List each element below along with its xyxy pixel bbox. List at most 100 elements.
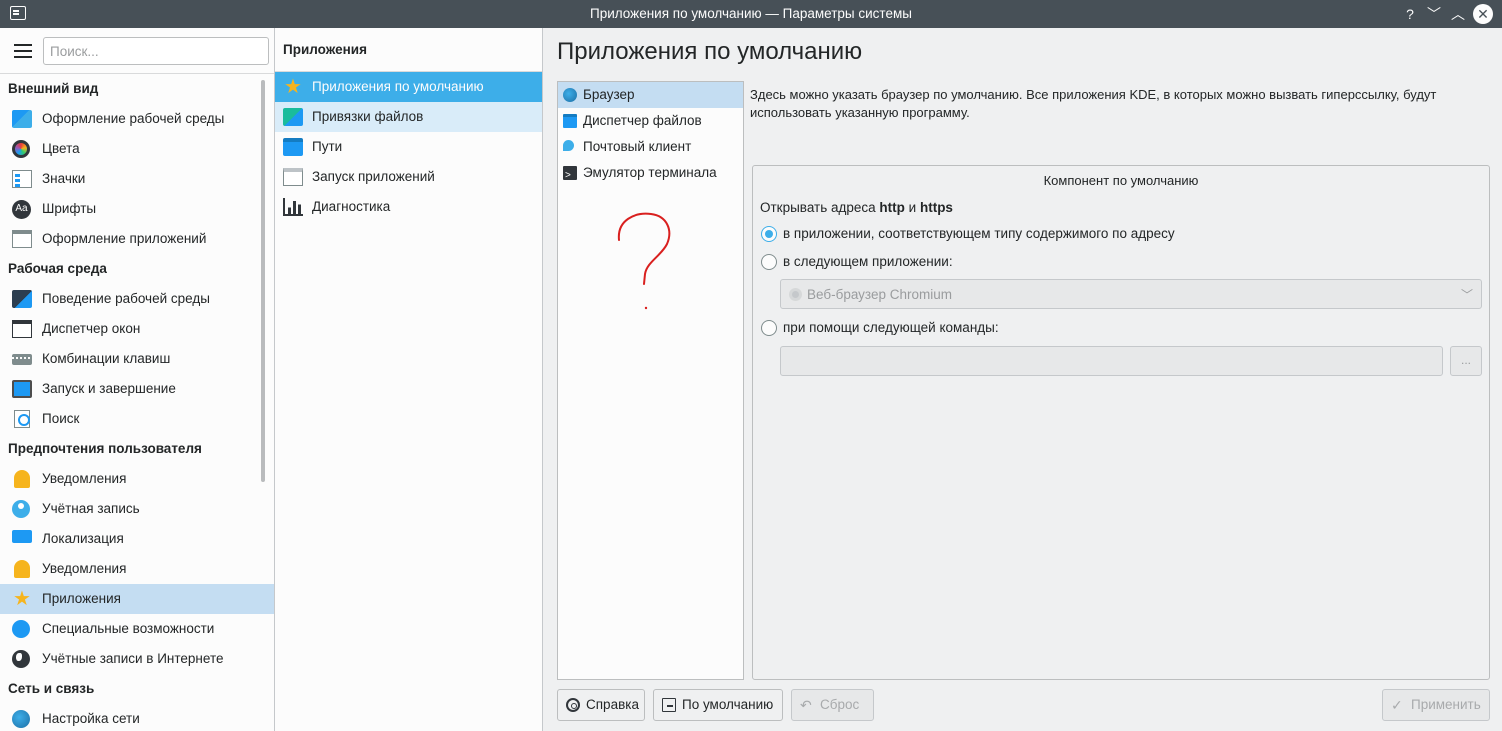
sidebar-item-icons[interactable]: Значки: [0, 164, 274, 194]
component-item-file-manager[interactable]: Диспетчер файлов: [558, 108, 743, 134]
sidebar-item-fonts[interactable]: Aa Шрифты: [0, 194, 274, 224]
sidebar-item-label: Поиск: [42, 411, 80, 426]
subcategory-item-launch-feedback[interactable]: Запуск приложений: [275, 162, 542, 192]
reset-button-label: Сброс: [820, 697, 860, 712]
sidebar-item-locale[interactable]: Локализация: [0, 524, 274, 554]
main-content: Приложения по умолчанию Браузер Диспетче…: [544, 28, 1502, 731]
star-icon: ★: [284, 76, 302, 98]
search-icon: [14, 410, 30, 428]
apply-button-label: Применить: [1411, 697, 1481, 712]
component-item-label: Диспетчер файлов: [583, 113, 702, 128]
workspace-behavior-icon: [12, 290, 32, 308]
open-urls-http: http: [879, 200, 905, 215]
globe-icon: [12, 650, 30, 668]
sidebar-item-shortcuts[interactable]: Комбинации клавиш: [0, 344, 274, 374]
chevron-down-icon: ﹀: [1460, 288, 1473, 302]
main-scrollbar[interactable]: [1494, 28, 1502, 731]
radio-mime-app[interactable]: [761, 226, 777, 242]
help-icon[interactable]: ?: [1400, 4, 1420, 24]
sidebar-category-workspace: Рабочая среда: [8, 261, 107, 276]
sidebar-item-label: Оформление рабочей среды: [42, 111, 225, 126]
component-item-browser[interactable]: Браузер: [558, 82, 743, 108]
browse-command-button[interactable]: ...: [1450, 346, 1482, 376]
component-list: Браузер Диспетчер файлов Почтовый клиент…: [557, 81, 744, 680]
component-description: Здесь можно указать браузер по умолчанию…: [750, 87, 1437, 120]
sidebar-list: Внешний вид Оформление рабочей среды Цве…: [0, 74, 274, 731]
sidebar-item-search[interactable]: Поиск: [0, 404, 274, 434]
accessibility-icon: [12, 620, 30, 638]
radio-mime-app-label[interactable]: в приложении, соответствующем типу содер…: [783, 226, 1175, 241]
keyboard-icon: [12, 354, 32, 365]
sidebar-item-label: Оформление приложений: [42, 231, 207, 246]
icons-icon: [12, 170, 32, 188]
group-title: Компонент по умолчанию: [1043, 173, 1199, 188]
startup-shutdown-icon: [12, 380, 32, 398]
component-item-mail-client[interactable]: Почтовый клиент: [558, 134, 743, 160]
user-icon: [12, 500, 30, 518]
sidebar-item-label: Приложения: [42, 591, 121, 606]
subcategory-item-paths[interactable]: Пути: [275, 132, 542, 162]
help-button[interactable]: Справка: [557, 689, 645, 721]
sidebar-item-label: Запуск и завершение: [42, 381, 176, 396]
sidebar-item-accessibility[interactable]: Специальные возможности: [0, 614, 274, 644]
sidebar-item-user-account[interactable]: Учётная запись: [0, 494, 274, 524]
sidebar-item-online-accounts[interactable]: Учётные записи в Интернете: [0, 644, 274, 674]
radio-command-label[interactable]: при помощи следующей команды:: [783, 320, 999, 335]
defaults-button[interactable]: По умолчанию: [653, 689, 783, 721]
sidebar-item-window-manager[interactable]: Диспетчер окон: [0, 314, 274, 344]
sidebar-item-notifications-2[interactable]: Уведомления: [0, 554, 274, 584]
sidebar-item-application-style[interactable]: Оформление приложений: [0, 224, 274, 254]
sidebar-item-label: Настройка сети: [42, 711, 140, 726]
component-item-label: Эмулятор терминала: [583, 165, 717, 180]
sidebar-item-colors[interactable]: Цвета: [0, 134, 274, 164]
command-input[interactable]: [780, 346, 1443, 376]
radio-following-app-label[interactable]: в следующем приложении:: [783, 254, 953, 269]
subcategory-panel: Приложения ★ Приложения по умолчанию Прив…: [275, 28, 543, 731]
reset-button[interactable]: ↶ Сброс: [791, 689, 874, 721]
sidebar-item-label: Диспетчер окон: [42, 321, 141, 336]
apply-button[interactable]: ✓ Применить: [1382, 689, 1490, 721]
search-input[interactable]: [43, 37, 269, 65]
subcategory-item-file-associations[interactable]: Привязки файлов: [275, 102, 542, 132]
workspace-theme-icon: [12, 110, 32, 128]
window-manager-icon: [12, 320, 32, 338]
browser-app-combobox[interactable]: Веб-браузер Chromium ﹀: [780, 279, 1482, 309]
subcategory-item-label: Диагностика: [312, 199, 391, 214]
radio-command[interactable]: [761, 320, 777, 336]
maximize-icon[interactable]: ︿: [1448, 4, 1468, 24]
subcategory-title: Приложения: [275, 28, 542, 72]
sidebar-item-workspace-behavior[interactable]: Поведение рабочей среды: [0, 284, 274, 314]
sidebar-item-label: Поведение рабочей среды: [42, 291, 210, 306]
sidebar: Внешний вид Оформление рабочей среды Цве…: [0, 28, 275, 731]
sidebar-item-label: Шрифты: [42, 201, 97, 216]
page-title: Приложения по умолчанию: [557, 38, 863, 65]
file-manager-icon: [563, 114, 577, 128]
sidebar-item-startup-shutdown[interactable]: Запуск и завершение: [0, 374, 274, 404]
sidebar-scrollbar[interactable]: [261, 80, 265, 482]
chromium-icon: [789, 288, 802, 301]
defaults-button-label: По умолчанию: [682, 697, 774, 712]
terminal-icon: [563, 163, 577, 189]
sidebar-item-applications[interactable]: ★ Приложения: [0, 584, 274, 614]
sidebar-item-label: Учётная запись: [42, 501, 140, 516]
component-item-label: Браузер: [583, 87, 635, 102]
subcategory-item-diagnostics[interactable]: Диагностика: [275, 192, 542, 222]
hamburger-menu-icon[interactable]: [14, 44, 32, 58]
sidebar-item-workspace-theme[interactable]: Оформление рабочей среды: [0, 104, 274, 134]
close-icon[interactable]: ✕: [1473, 4, 1493, 24]
sidebar-category-network: Сеть и связь: [8, 681, 95, 696]
subcategory-item-label: Пути: [312, 139, 343, 154]
help-icon: [566, 698, 580, 712]
radio-following-app[interactable]: [761, 254, 777, 270]
sidebar-item-notifications[interactable]: Уведомления: [0, 464, 274, 494]
browser-app-combobox-value: Веб-браузер Chromium: [807, 287, 952, 302]
sidebar-item-network-settings[interactable]: Настройка сети: [0, 704, 274, 731]
window-titlebar: Приложения по умолчанию — Параметры сист…: [0, 0, 1502, 28]
colors-icon: [12, 140, 30, 158]
component-item-terminal[interactable]: Эмулятор терминала: [558, 160, 743, 189]
subcategory-item-default-applications[interactable]: ★ Приложения по умолчанию: [275, 72, 542, 102]
mail-client-icon: [563, 140, 574, 151]
minimize-icon[interactable]: ﹀: [1424, 4, 1444, 24]
sidebar-item-label: Учётные записи в Интернете: [42, 651, 224, 666]
diagnostics-icon: [283, 198, 303, 216]
